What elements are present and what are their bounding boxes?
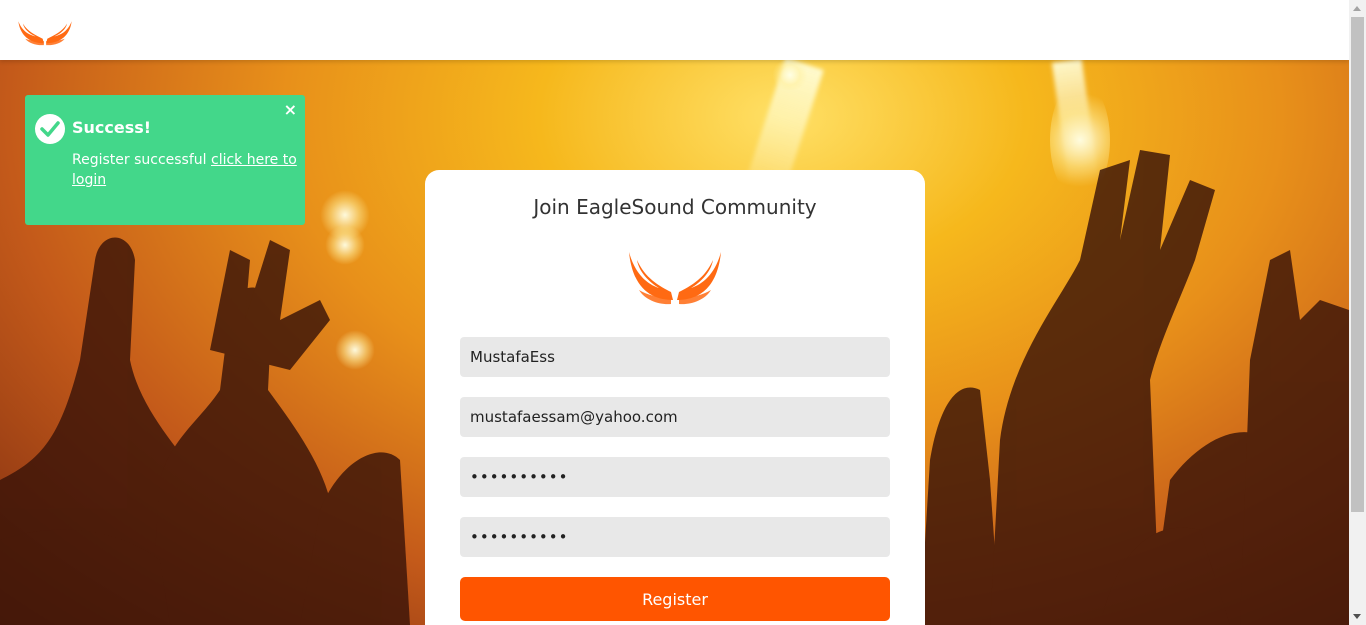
scroll-down-arrow-icon[interactable] [1353, 614, 1361, 619]
form-title: Join EagleSound Community [533, 195, 817, 219]
page-scrollbar[interactable] [1349, 0, 1366, 625]
checkmark-circle-icon [35, 114, 65, 144]
register-button[interactable]: Register [460, 577, 890, 621]
password-field[interactable] [460, 457, 890, 497]
toast-message-text: Register successful [72, 152, 207, 168]
register-card: Join EagleSound Community Register [425, 170, 925, 625]
toast-message: Register successful click here to login [72, 150, 297, 190]
confirm-password-field[interactable] [460, 517, 890, 557]
eagle-wings-logo-icon [629, 252, 721, 305]
top-navbar [0, 0, 1349, 60]
username-field[interactable] [460, 337, 890, 377]
toast-title: Success! [72, 118, 152, 137]
eagle-wings-logo-icon[interactable] [16, 13, 74, 47]
email-field[interactable] [460, 397, 890, 437]
scroll-up-arrow-icon[interactable] [1353, 6, 1361, 11]
close-icon[interactable]: × [284, 100, 297, 119]
success-toast: Success! Register successful click here … [25, 95, 305, 225]
scrollbar-thumb[interactable] [1351, 17, 1364, 512]
